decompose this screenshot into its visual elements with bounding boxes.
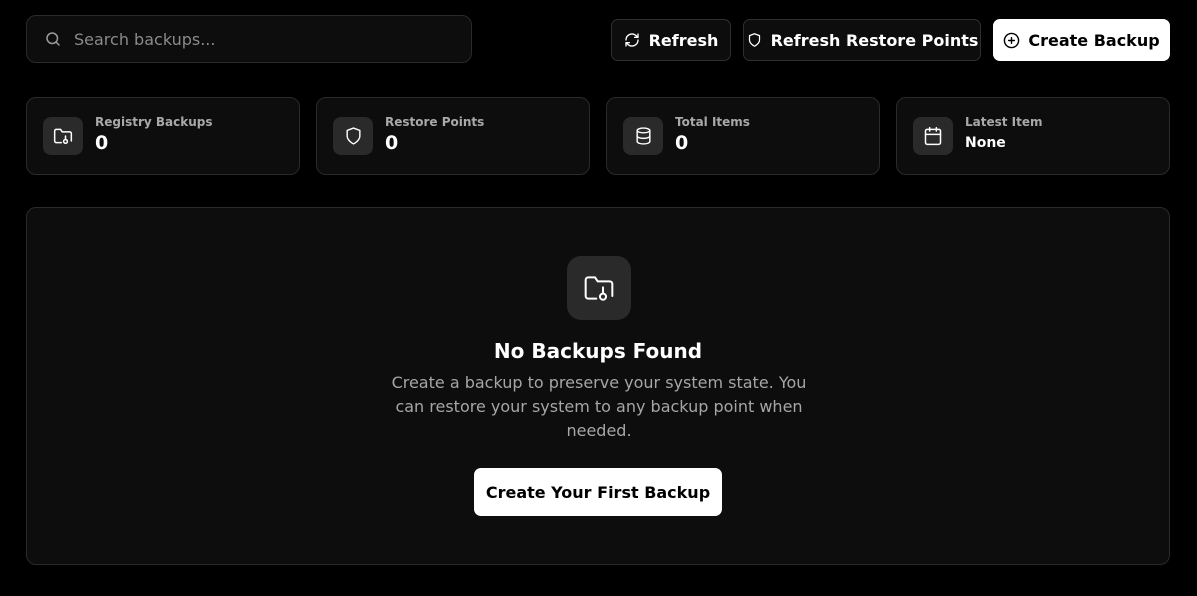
stat-label: Registry Backups — [95, 115, 213, 129]
search-box[interactable] — [26, 15, 472, 63]
refresh-button[interactable]: Refresh — [611, 19, 731, 61]
backups-list-panel: No Backups Found Create a backup to pres… — [26, 207, 1170, 565]
stat-label: Total Items — [675, 115, 750, 129]
shield-icon — [333, 117, 373, 155]
empty-state-description: Create a backup to preserve your system … — [391, 373, 807, 440]
stat-card-restore-points: Restore Points 0 — [316, 97, 590, 175]
create-backup-button[interactable]: Create Backup — [993, 19, 1170, 61]
refresh-restore-points-label: Refresh Restore Points — [770, 30, 979, 50]
create-first-backup-button[interactable]: Create Your First Backup — [474, 468, 722, 516]
folder-lock-icon — [43, 117, 83, 155]
search-input[interactable] — [72, 15, 459, 63]
stat-value: 0 — [385, 132, 399, 154]
stat-label: Restore Points — [385, 115, 485, 129]
calendar-icon — [913, 117, 953, 155]
stat-card-registry-backups: Registry Backups 0 — [26, 97, 300, 175]
backups-page: Refresh Refresh Restore Points Create Ba… — [0, 0, 1197, 596]
refresh-label: Refresh — [648, 30, 719, 50]
refresh-restore-points-button[interactable]: Refresh Restore Points — [743, 19, 981, 61]
database-icon — [623, 117, 663, 155]
stat-card-latest-item: Latest Item None — [896, 97, 1170, 175]
refresh-icon — [624, 32, 641, 49]
stat-card-total-items: Total Items 0 — [606, 97, 880, 175]
plus-circle-icon — [1003, 32, 1020, 49]
stat-label: Latest Item — [965, 115, 1043, 129]
stat-value: 0 — [675, 132, 689, 154]
stat-value: None — [965, 135, 1006, 151]
shield-icon — [746, 32, 763, 49]
create-backup-label: Create Backup — [1028, 30, 1160, 50]
empty-state-title: No Backups Found — [493, 339, 703, 363]
folder-lock-icon — [567, 256, 631, 320]
stat-value: 0 — [95, 132, 109, 154]
search-icon — [43, 29, 63, 49]
